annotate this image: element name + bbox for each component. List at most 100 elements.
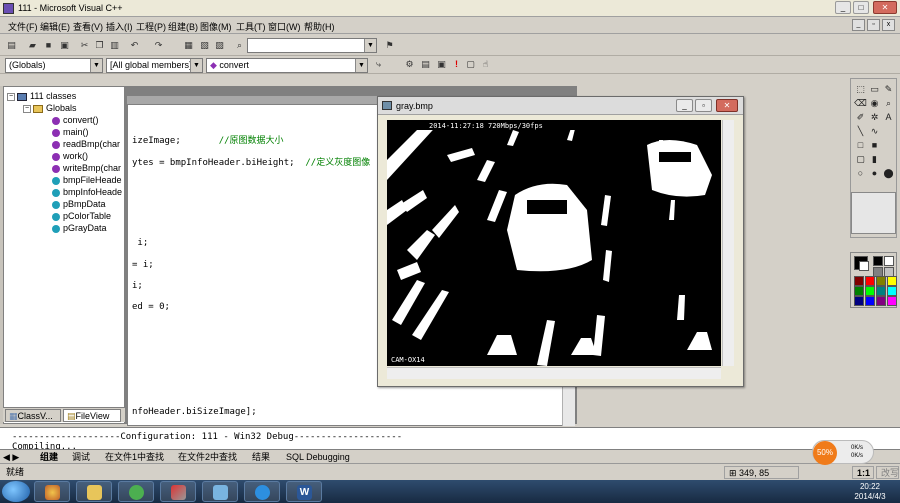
tree-item[interactable]: bmpInfoHeade [52, 186, 122, 198]
taskbar-app-1[interactable] [34, 481, 70, 502]
filter-combo[interactable]: [All global members] ▼ [106, 58, 203, 73]
select-icon[interactable]: ⬚ [854, 83, 867, 95]
line-icon[interactable]: ╲ [854, 125, 867, 137]
chevron-down-icon[interactable]: ▼ [190, 59, 202, 72]
menu-project[interactable]: 工程(P) [136, 20, 166, 33]
tree-item[interactable]: work() [52, 150, 88, 162]
find-icon[interactable]: ⚑ [383, 39, 396, 52]
chevron-down-icon[interactable]: ▼ [355, 59, 367, 72]
color-swatch[interactable] [865, 296, 875, 306]
binary-road-image[interactable]: 2014-11:27:18 720Mbps/30fps CAM-OX14 [387, 120, 721, 366]
image-horizontal-scrollbar[interactable] [387, 367, 721, 379]
save-icon[interactable]: ■ [42, 39, 55, 52]
taskbar-app-3[interactable] [118, 481, 154, 502]
color-swatch[interactable] [876, 276, 886, 286]
maximize-button[interactable]: □ [853, 1, 869, 14]
tree-item[interactable]: convert() [52, 114, 99, 126]
menu-edit[interactable]: 编辑(E) [40, 20, 70, 33]
text-icon[interactable]: A [882, 111, 895, 123]
minimize-button[interactable]: _ [835, 1, 851, 14]
wizard-action-icon[interactable]: ⤷ [372, 58, 385, 71]
redo-icon[interactable]: ↷ [152, 39, 165, 52]
copy-icon[interactable]: ❐ [93, 39, 106, 52]
workspace-toggle-icon[interactable]: ▦ [182, 39, 195, 52]
taskbar-app-4[interactable] [160, 481, 196, 502]
airbrush-icon[interactable]: ✲ [868, 111, 881, 123]
tray-clock[interactable]: 20:22 2014/4/3 [842, 482, 898, 502]
build-icon[interactable]: ▤ [419, 58, 432, 71]
tree-folder-globals[interactable]: − Globals [23, 102, 77, 114]
color-swatch[interactable] [865, 286, 875, 296]
color-swatch[interactable] [876, 286, 886, 296]
rect-select-icon[interactable]: ▭ [868, 83, 881, 95]
tree-item[interactable]: writeBmp(char [52, 162, 121, 174]
collapse-icon[interactable]: − [7, 92, 15, 101]
taskbar-app-7[interactable]: W [286, 481, 322, 502]
image-vertical-scrollbar[interactable] [722, 120, 734, 366]
menu-window[interactable]: 窗口(W) [268, 20, 301, 33]
tab-fileview[interactable]: ▤FileView [63, 409, 121, 422]
chevron-down-icon[interactable]: ▼ [364, 39, 376, 52]
image-restore-button[interactable]: ▫ [695, 99, 712, 112]
tab-classview[interactable]: ▦ClassV... [5, 409, 61, 422]
tab-build[interactable]: 组建 [40, 451, 58, 463]
rectangle-icon[interactable]: □ [854, 139, 867, 151]
scope-combo[interactable]: (Globals) ▼ [5, 58, 103, 73]
save-all-icon[interactable]: ▣ [58, 39, 71, 52]
color-swatch[interactable] [865, 276, 875, 286]
menu-insert[interactable]: 插入(I) [106, 20, 133, 33]
find-combo[interactable]: ▼ [247, 38, 377, 53]
tab-debug[interactable]: 调试 [72, 451, 90, 463]
window-list-icon[interactable]: ▨ [213, 39, 226, 52]
filled-rounded-rect-icon[interactable]: ▮ [868, 153, 881, 165]
tab-results[interactable]: 结果 [252, 451, 270, 463]
color-swatch[interactable] [887, 286, 897, 296]
chevron-down-icon[interactable]: ▼ [90, 59, 102, 72]
collapse-icon[interactable]: − [23, 104, 31, 113]
tree-item[interactable]: pBmpData [52, 198, 106, 210]
tab-sql-debugging[interactable]: SQL Debugging [286, 451, 350, 463]
taskbar-app-5[interactable] [202, 481, 238, 502]
tool-options-box[interactable] [851, 192, 896, 234]
curve-icon[interactable]: ∿ [868, 125, 881, 137]
image-close-button[interactable]: ✕ [716, 99, 738, 112]
menu-image[interactable]: 图像(M) [200, 20, 232, 33]
mdi-close-button[interactable]: x [882, 19, 895, 31]
output-scroll-arrows[interactable]: ◀ ▶ [3, 451, 19, 463]
output-toggle-icon[interactable]: ▧ [198, 39, 211, 52]
filled-ellipse-icon[interactable]: ● [868, 167, 881, 179]
tree-root[interactable]: − 111 classes [7, 90, 76, 102]
color-swatch[interactable] [887, 276, 897, 286]
execute-icon[interactable]: ! [450, 58, 463, 71]
brush-icon[interactable]: ✐ [854, 111, 867, 123]
ellipse-icon[interactable]: ○ [854, 167, 867, 179]
taskbar-app-2[interactable] [76, 481, 112, 502]
paste-icon[interactable]: ▥ [108, 39, 121, 52]
compile-icon[interactable]: ⚙ [403, 58, 416, 71]
stop-build-icon[interactable]: ▣ [435, 58, 448, 71]
tree-item[interactable]: pColorTable [52, 210, 111, 222]
start-button[interactable] [2, 481, 30, 502]
fill-icon[interactable]: ◉ [868, 97, 881, 109]
menu-view[interactable]: 查看(V) [73, 20, 103, 33]
find-in-files-icon[interactable]: ⌕ [233, 39, 246, 52]
tree-item[interactable]: main() [52, 126, 89, 138]
taskbar-app-6[interactable] [244, 481, 280, 502]
menu-help[interactable]: 帮助(H) [304, 20, 335, 33]
cut-icon[interactable]: ✂ [78, 39, 91, 52]
color-swatch[interactable] [887, 296, 897, 306]
menu-build[interactable]: 组建(B) [168, 20, 198, 33]
pencil-icon[interactable]: ✎ [882, 83, 895, 95]
menu-tools[interactable]: 工具(T) [236, 20, 266, 33]
mdi-restore-button[interactable]: ▫ [867, 19, 880, 31]
tab-find-in-files-1[interactable]: 在文件1中查找 [105, 451, 164, 463]
network-speed-widget[interactable]: 50% 0K/s 0K/s [812, 440, 874, 465]
filled-rectangle-icon[interactable]: ■ [868, 139, 881, 151]
color-swatch[interactable] [854, 286, 864, 296]
new-text-file-icon[interactable]: ▤ [5, 39, 18, 52]
tree-item[interactable]: pGrayData [52, 222, 107, 234]
color-swatch[interactable] [873, 256, 883, 266]
member-combo[interactable]: ◆ convert ▼ [206, 58, 368, 73]
color-swatch[interactable] [884, 256, 894, 266]
background-color-swatch[interactable] [859, 261, 869, 271]
